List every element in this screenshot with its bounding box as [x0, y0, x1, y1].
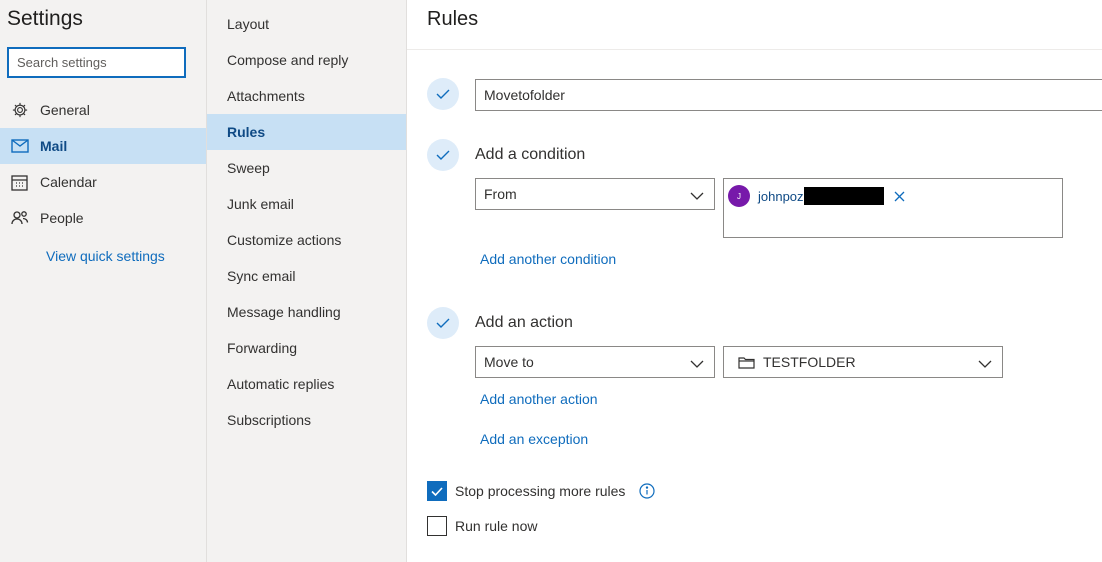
menu-item-subscriptions[interactable]: Subscriptions: [207, 402, 406, 438]
run-rule-now-label: Run rule now: [455, 518, 538, 534]
nav-general[interactable]: General: [0, 92, 206, 128]
menu-item-attachments[interactable]: Attachments: [207, 78, 406, 114]
step-action-check-icon: [427, 307, 459, 339]
menu-item-message-handling[interactable]: Message handling: [207, 294, 406, 330]
condition-people-field[interactable]: J johnpoz: [723, 178, 1063, 238]
settings-title: Settings: [7, 7, 83, 30]
nav-people-label: People: [40, 210, 84, 226]
chevron-down-icon: [690, 188, 704, 204]
step-name-check-icon: [427, 78, 459, 110]
folder-value: TESTFOLDER: [763, 354, 856, 370]
search-settings-input[interactable]: [7, 47, 186, 78]
recipient-name: johnpoz: [758, 188, 804, 204]
condition-type-value: From: [484, 186, 517, 202]
divider: [407, 49, 1102, 50]
menu-item-customize-actions[interactable]: Customize actions: [207, 222, 406, 258]
condition-type-dropdown[interactable]: From: [475, 178, 715, 210]
mail-icon: [0, 139, 40, 153]
run-rule-now-checkbox[interactable]: [427, 516, 447, 536]
page-title: Rules: [427, 8, 479, 30]
stop-processing-row: Stop processing more rules: [427, 481, 656, 501]
menu-item-sync-email[interactable]: Sync email: [207, 258, 406, 294]
chevron-down-icon: [978, 356, 992, 372]
stop-processing-checkbox[interactable]: [427, 481, 447, 501]
gear-icon: [0, 101, 40, 119]
nav-mail[interactable]: Mail: [0, 128, 206, 164]
menu-item-forwarding[interactable]: Forwarding: [207, 330, 406, 366]
view-quick-settings-link[interactable]: View quick settings: [46, 248, 165, 264]
settings-pane: Settings General Mail Calendar: [0, 0, 207, 562]
avatar: J: [728, 185, 750, 207]
stop-processing-label: Stop processing more rules: [455, 483, 626, 499]
folder-dropdown[interactable]: TESTFOLDER: [723, 346, 1003, 378]
action-heading: Add an action: [475, 314, 573, 331]
menu-item-compose-and-reply[interactable]: Compose and reply: [207, 42, 406, 78]
recipient-chip: J johnpoz: [728, 184, 905, 208]
close-icon[interactable]: [894, 191, 905, 202]
redaction-block: [803, 187, 884, 205]
menu-item-layout[interactable]: Layout: [207, 6, 406, 42]
nav-calendar-label: Calendar: [40, 174, 97, 190]
add-exception-link[interactable]: Add an exception: [480, 431, 588, 447]
add-another-condition-link[interactable]: Add another condition: [480, 251, 616, 267]
menu-item-junk-email[interactable]: Junk email: [207, 186, 406, 222]
condition-heading: Add a condition: [475, 146, 586, 163]
chevron-down-icon: [690, 356, 704, 372]
action-type-dropdown[interactable]: Move to: [475, 346, 715, 378]
folder-icon: [738, 356, 755, 369]
step-condition-check-icon: [427, 139, 459, 171]
mail-settings-menu: Layout Compose and reply Attachments Rul…: [207, 0, 407, 562]
nav-calendar[interactable]: Calendar: [0, 164, 206, 200]
run-rule-now-row: Run rule now: [427, 516, 538, 536]
rule-name-input[interactable]: Movetofolder: [475, 79, 1102, 111]
calendar-icon: [0, 174, 40, 191]
rules-editor: Rules Movetofolder Add a condition From …: [407, 0, 1102, 562]
menu-item-rules[interactable]: Rules: [207, 114, 406, 150]
info-icon[interactable]: [639, 483, 656, 499]
menu-item-automatic-replies[interactable]: Automatic replies: [207, 366, 406, 402]
nav-people[interactable]: People: [0, 200, 206, 236]
menu-item-sweep[interactable]: Sweep: [207, 150, 406, 186]
nav-mail-label: Mail: [40, 138, 68, 154]
people-icon: [0, 210, 40, 226]
add-another-action-link[interactable]: Add another action: [480, 391, 598, 407]
nav-general-label: General: [40, 102, 90, 118]
action-type-value: Move to: [484, 354, 534, 370]
